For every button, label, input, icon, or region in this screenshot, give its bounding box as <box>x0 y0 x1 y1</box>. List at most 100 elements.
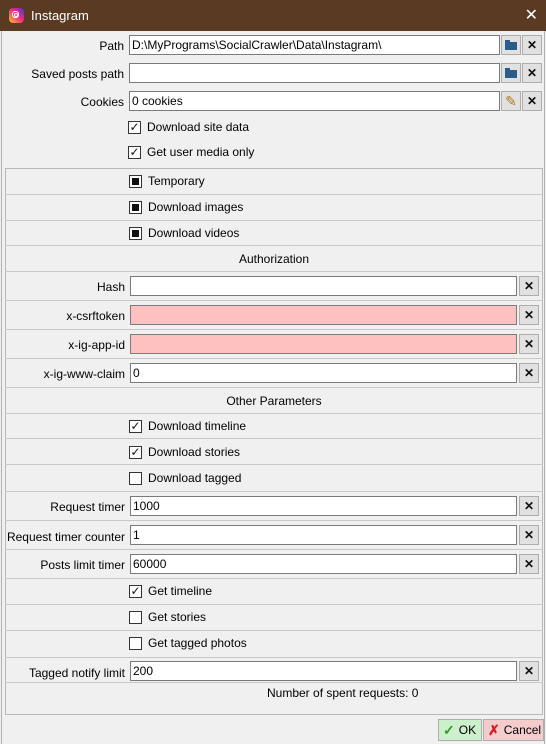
clear-request-timer-counter-button[interactable]: ✕ <box>519 525 539 545</box>
tagged-notify-limit-input[interactable]: 200 <box>130 661 517 681</box>
checkbox-box <box>129 471 142 485</box>
checkbox-box <box>128 145 141 159</box>
instagram-icon <box>9 8 24 23</box>
clear-path-button[interactable]: ✕ <box>522 35 542 55</box>
path-input[interactable]: D:\MyPrograms\SocialCrawler\Data\Instagr… <box>129 35 500 55</box>
request-timer-input[interactable]: 1000 <box>130 496 517 516</box>
csrftoken-input[interactable] <box>130 305 517 325</box>
folder-icon <box>505 68 517 78</box>
download-videos-label: Download videos <box>148 226 240 240</box>
divider <box>5 657 543 658</box>
other-parameters-header: Other Parameters <box>226 394 322 408</box>
get-tagged-photos-label: Get tagged photos <box>148 636 247 650</box>
tagged-notify-limit-label: Tagged notify limit <box>28 666 125 680</box>
temporary-label: Temporary <box>148 174 205 188</box>
app-id-label: x-ig-app-id <box>68 338 125 352</box>
get-stories-checkbox[interactable]: Get stories <box>129 610 206 624</box>
posts-limit-timer-label: Posts limit timer <box>40 558 125 572</box>
checkbox-box <box>129 200 142 214</box>
edit-cookies-button[interactable]: ✎ <box>501 91 521 111</box>
checkbox-box <box>129 419 142 433</box>
download-images-label: Download images <box>148 200 244 214</box>
clear-tagged-notify-limit-button[interactable]: ✕ <box>519 661 539 681</box>
divider <box>5 438 543 439</box>
clear-app-id-button[interactable]: ✕ <box>519 334 539 354</box>
get-tagged-photos-checkbox[interactable]: Get tagged photos <box>129 636 247 650</box>
divider <box>5 387 543 388</box>
download-stories-label: Download stories <box>148 445 241 459</box>
clear-www-claim-button[interactable]: ✕ <box>519 363 539 383</box>
cookies-label: Cookies <box>80 95 124 109</box>
divider <box>5 220 543 221</box>
clear-request-timer-button[interactable]: ✕ <box>519 496 539 516</box>
cancel-button[interactable]: ✗ Cancel <box>483 719 544 741</box>
cancel-x-icon: ✗ <box>488 721 500 738</box>
download-tagged-label: Download tagged <box>148 471 242 485</box>
download-timeline-checkbox[interactable]: Download timeline <box>129 419 246 433</box>
divider <box>5 630 543 631</box>
download-timeline-label: Download timeline <box>148 419 247 433</box>
download-videos-checkbox[interactable]: Download videos <box>129 226 239 240</box>
options-panel <box>5 168 543 715</box>
divider <box>5 300 543 301</box>
app-id-input[interactable] <box>130 334 517 354</box>
hash-input[interactable] <box>130 276 517 296</box>
csrftoken-label: x-csrftoken <box>66 309 125 323</box>
download-site-data-checkbox[interactable]: Download site data <box>128 120 249 134</box>
checkbox-box <box>129 226 142 240</box>
divider <box>5 194 543 195</box>
title-bar: Instagram ✕ <box>0 0 546 31</box>
window-title: Instagram <box>31 8 89 23</box>
clear-csrftoken-button[interactable]: ✕ <box>519 305 539 325</box>
checkbox-box <box>129 174 142 188</box>
divider <box>5 271 543 272</box>
ok-button[interactable]: ✓ OK <box>438 719 482 741</box>
clear-hash-button[interactable]: ✕ <box>519 276 539 296</box>
clear-saved-posts-button[interactable]: ✕ <box>522 63 542 83</box>
divider <box>5 413 543 414</box>
divider <box>5 358 543 359</box>
checkbox-box <box>129 610 142 624</box>
browse-saved-posts-button[interactable] <box>501 63 521 83</box>
download-images-checkbox[interactable]: Download images <box>129 200 243 214</box>
saved-posts-path-input[interactable] <box>129 63 500 83</box>
checkbox-box <box>129 445 142 459</box>
cookies-input[interactable]: 0 cookies <box>129 91 500 111</box>
hash-label: Hash <box>96 280 125 294</box>
browse-folder-button[interactable] <box>501 35 521 55</box>
settings-panel: Path D:\MyPrograms\SocialCrawler\Data\In… <box>1 31 545 744</box>
temporary-checkbox[interactable]: Temporary <box>129 174 205 188</box>
divider <box>5 464 543 465</box>
checkmark-icon: ✓ <box>443 721 455 738</box>
clear-posts-limit-timer-button[interactable]: ✕ <box>519 554 539 574</box>
ok-label: OK <box>458 723 477 737</box>
checkbox-box <box>129 636 142 650</box>
divider <box>5 491 543 492</box>
get-user-media-only-checkbox[interactable]: Get user media only <box>128 145 254 159</box>
spent-requests-text: Number of spent requests: 0 <box>267 686 419 700</box>
posts-limit-timer-input[interactable]: 60000 <box>130 554 517 574</box>
get-timeline-label: Get timeline <box>148 584 213 598</box>
download-site-data-label: Download site data <box>147 120 250 134</box>
path-label: Path <box>99 39 124 53</box>
request-timer-label: Request timer <box>50 500 125 514</box>
get-user-media-only-label: Get user media only <box>147 145 255 159</box>
window-close-button[interactable]: ✕ <box>525 5 538 25</box>
clear-cookies-button[interactable]: ✕ <box>522 91 542 111</box>
download-stories-checkbox[interactable]: Download stories <box>129 445 240 459</box>
folder-icon <box>505 40 517 50</box>
divider <box>5 604 543 605</box>
www-claim-input[interactable]: 0 <box>130 363 517 383</box>
request-timer-counter-label: Request timer counter <box>6 530 125 544</box>
request-timer-counter-input[interactable]: 1 <box>130 525 517 545</box>
divider <box>5 682 543 683</box>
download-tagged-checkbox[interactable]: Download tagged <box>129 471 241 485</box>
checkbox-box <box>128 120 141 134</box>
checkbox-box <box>129 584 142 598</box>
saved-posts-path-label: Saved posts path <box>31 67 124 81</box>
get-timeline-checkbox[interactable]: Get timeline <box>129 584 212 598</box>
get-stories-label: Get stories <box>148 610 207 624</box>
divider <box>5 329 543 330</box>
cancel-label: Cancel <box>503 723 542 737</box>
divider <box>5 245 543 246</box>
